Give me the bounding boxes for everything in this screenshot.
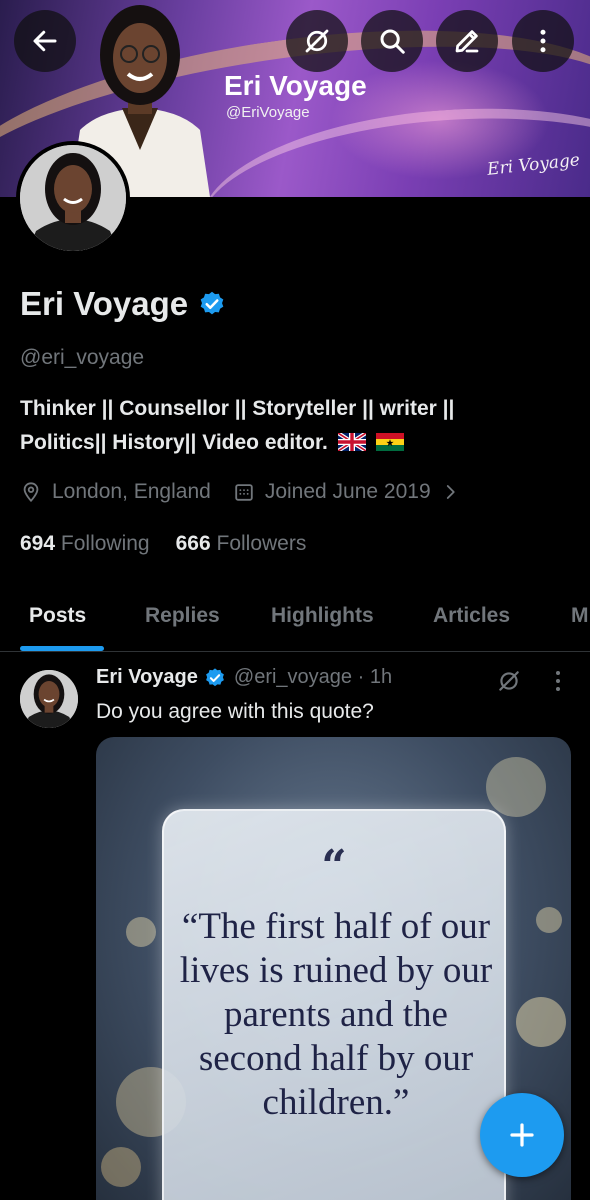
location-pin-icon [23, 482, 39, 503]
back-button[interactable] [14, 10, 76, 72]
following-count: 694 [20, 532, 56, 555]
plus-icon [510, 1123, 534, 1147]
search-button[interactable] [361, 10, 423, 72]
post-author-name[interactable]: Eri Voyage [96, 666, 198, 689]
post-text: Do you agree with this quote? [96, 700, 374, 723]
banner-handle: @EriVoyage [226, 104, 310, 121]
bokeh-light [126, 917, 156, 947]
display-name-text: Eri Voyage [20, 285, 189, 322]
profile-handle: @eri_voyage [20, 346, 145, 369]
quote-text: “The first half of our lives is ruined b… [179, 906, 493, 1123]
profile-tabs: Posts Replies Highlights Articles M [0, 594, 590, 652]
following-label: Following [60, 532, 150, 555]
post-author-avatar[interactable] [20, 670, 78, 728]
bio-line-flags: Politics|| History|| Video editor. [20, 426, 570, 460]
more-options-button[interactable] [512, 10, 574, 72]
followers-count: 666 [175, 532, 211, 555]
location-text: London, England [52, 480, 211, 503]
back-arrow-icon [33, 30, 57, 52]
profile-bio: Thinker || Counsellor || Storyteller || … [20, 392, 570, 460]
joined-date: Joined June 2019 [264, 480, 431, 503]
profile-meta: London, England Joined June 2019 [20, 480, 459, 504]
tab-articles[interactable]: Articles [433, 604, 510, 628]
tab-replies[interactable]: Replies [145, 604, 220, 628]
following-link[interactable]: 694 Following [20, 532, 150, 556]
search-icon [380, 29, 405, 54]
bokeh-light [101, 1147, 141, 1187]
tab-media[interactable]: M [571, 604, 589, 628]
bio-line: Politics|| History|| Video editor. [20, 431, 328, 454]
chevron-right-icon[interactable] [441, 483, 459, 501]
bio-line: Thinker || Counsellor || Storyteller || … [20, 397, 455, 420]
active-tab-indicator [20, 646, 104, 651]
post-header: Eri Voyage @eri_voyage · 1h [96, 666, 392, 689]
edit-pencil-icon [455, 30, 479, 53]
banner-name: Eri Voyage [224, 70, 367, 101]
quote-mark: “ [321, 841, 347, 892]
bokeh-light [536, 907, 562, 933]
verified-badge-icon [206, 667, 224, 686]
grok-icon[interactable] [496, 668, 522, 694]
bokeh-light [486, 757, 546, 817]
ghana-flag-icon [375, 433, 404, 451]
verified-badge-icon[interactable] [198, 290, 226, 318]
grok-button[interactable] [286, 10, 348, 72]
profile-avatar[interactable] [16, 141, 130, 255]
followers-link[interactable]: 666 Followers [176, 532, 307, 556]
avatar-image [20, 145, 126, 251]
quote-card: “ “The first half of our lives is ruined… [162, 809, 506, 1200]
uk-flag-icon [337, 433, 366, 451]
calendar-icon [235, 484, 253, 501]
display-name: Eri Voyage [20, 285, 226, 323]
edit-button[interactable] [436, 10, 498, 72]
grok-icon [305, 29, 329, 53]
more-vertical-icon [540, 29, 546, 53]
tab-posts[interactable]: Posts [29, 604, 86, 628]
compose-post-button[interactable] [480, 1093, 564, 1177]
bokeh-light [516, 997, 566, 1047]
post-handle-time: @eri_voyage · 1h [233, 666, 393, 688]
followers-label: Followers [216, 532, 307, 555]
follow-stats: 694 Following 666 Followers [20, 532, 306, 556]
tab-highlights[interactable]: Highlights [271, 604, 374, 628]
post-more-icon[interactable] [548, 668, 568, 694]
avatar-image [20, 670, 78, 728]
